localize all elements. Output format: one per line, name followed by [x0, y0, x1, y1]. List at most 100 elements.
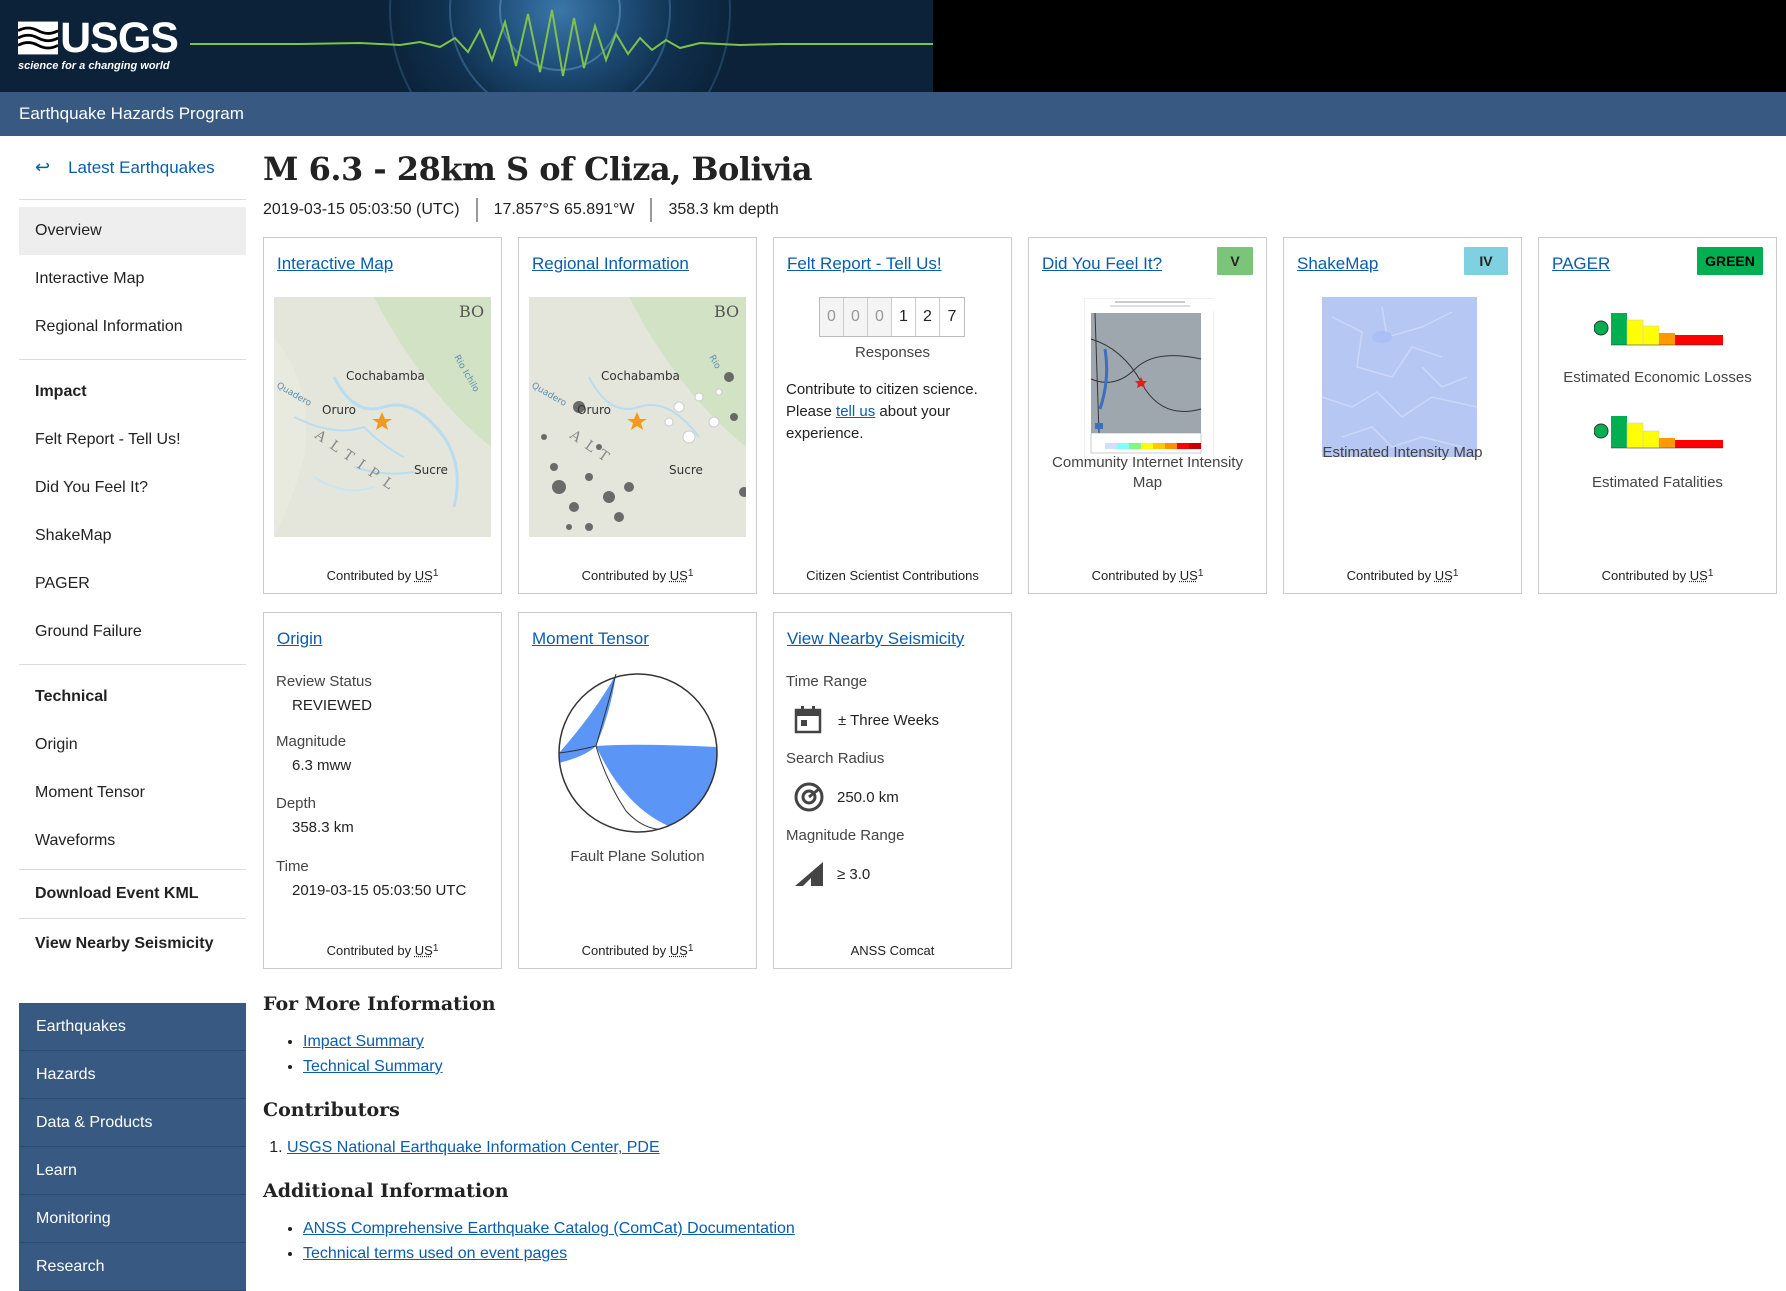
card-title-shakemap[interactable]: ShakeMap — [1297, 254, 1378, 274]
time-range-value: ± Three Weeks — [838, 711, 940, 729]
sidebar-divider — [19, 664, 246, 665]
view-nearby-seismicity-link[interactable]: View Nearby Seismicity — [19, 920, 246, 968]
event-depth: 358.3 km depth — [650, 198, 794, 222]
sidebar-item-dyfi[interactable]: Did You Feel It? — [19, 464, 246, 512]
card-pager[interactable]: PAGER GREEN Estimated Economic Losses Es… — [1538, 237, 1777, 594]
card-foot: Contributed by US1 — [581, 568, 694, 583]
card-foot: Contributed by US1 — [1091, 568, 1204, 583]
pager-economic-caption: Estimated Economic Losses — [1563, 369, 1752, 386]
card-foot: Contributed by US1 — [581, 943, 694, 958]
counter-digit: 1 — [892, 298, 916, 336]
intensity-badge: V — [1217, 247, 1253, 275]
card-moment-tensor[interactable]: Moment Tensor Fault Plane Solution Contr… — [518, 612, 757, 969]
card-foot: Contributed by US1 — [326, 943, 439, 958]
map-label-bo: BO — [714, 302, 739, 321]
map-label-sucre: Sucre — [669, 463, 703, 477]
interactive-map-thumbnail[interactable]: BO Cochabamba Oruro Sucre Rio Ichilo Qua… — [274, 297, 491, 537]
event-summary-line: 2019-03-15 05:03:50 (UTC) 17.857°S 65.89… — [263, 198, 1783, 222]
shakemap-thumbnail[interactable] — [1322, 297, 1477, 457]
sidebar-divider — [19, 918, 246, 919]
counter-digit: 2 — [916, 298, 940, 336]
counter-digit: 0 — [820, 298, 844, 336]
contributors-list: USGS National Earthquake Information Cen… — [287, 1135, 1263, 1160]
card-foot: Contributed by US1 — [326, 568, 439, 583]
sidebar-item-interactive-map[interactable]: Interactive Map — [19, 255, 246, 303]
additional-info-list: ANSS Comprehensive Earthquake Catalog (C… — [303, 1216, 1263, 1266]
sidebar-heading-impact[interactable]: Impact — [19, 368, 246, 416]
nav-research[interactable]: Research — [19, 1243, 246, 1291]
felt-report-text: Contribute to citizen science. Please te… — [786, 381, 978, 442]
contributors-heading: Contributors — [263, 1099, 400, 1121]
program-title[interactable]: Earthquake Hazards Program — [19, 104, 244, 123]
technical-summary-link[interactable]: Technical Summary — [303, 1058, 443, 1075]
more-info-list: Impact Summary Technical Summary — [303, 1029, 1263, 1079]
card-title-moment-tensor[interactable]: Moment Tensor — [532, 629, 649, 649]
counter-digit: 0 — [844, 298, 868, 336]
pager-economic-histogram — [1593, 308, 1729, 363]
magnitude-range-label: Magnitude Range — [786, 827, 905, 844]
beachball-diagram[interactable] — [556, 671, 720, 840]
card-nearby-seismicity[interactable]: View Nearby Seismicity Time Range ± Thre… — [773, 612, 1012, 969]
card-origin[interactable]: Origin Review Status REVIEWED Magnitude … — [263, 612, 502, 969]
sidebar-item-pager[interactable]: PAGER — [19, 560, 246, 608]
calendar-icon — [794, 706, 822, 734]
origin-value-magnitude: 6.3 mww — [292, 757, 352, 774]
latest-earthquakes-link[interactable]: ↩ Latest Earthquakes — [19, 136, 246, 200]
origin-label-magnitude: Magnitude — [276, 733, 347, 750]
back-label: Latest Earthquakes — [68, 157, 215, 177]
additional-info-heading: Additional Information — [263, 1180, 509, 1202]
sidebar-item-moment-tensor[interactable]: Moment Tensor — [19, 769, 246, 817]
magnitude-range-value: ≥ 3.0 — [837, 865, 871, 883]
shakemap-caption: Estimated Intensity Map — [1322, 444, 1483, 461]
sidebar-item-origin[interactable]: Origin — [19, 721, 246, 769]
contributor-link-neic[interactable]: USGS National Earthquake Information Cen… — [287, 1139, 660, 1156]
card-title-origin[interactable]: Origin — [277, 629, 322, 649]
origin-label-depth: Depth — [276, 795, 317, 812]
counter-digit: 7 — [940, 298, 964, 336]
card-title-regional-information[interactable]: Regional Information — [532, 254, 689, 274]
dyfi-intensity-map-thumbnail[interactable] — [1084, 298, 1215, 460]
sidebar-item-shakemap[interactable]: ShakeMap — [19, 512, 246, 560]
responses-counter: 0 0 0 1 2 7 — [819, 297, 965, 337]
radius-target-icon — [794, 782, 824, 812]
regional-map-thumbnail[interactable]: BO Cochabamba Oruro Sucre Rio Quadero AL… — [529, 297, 746, 537]
fault-plane-caption: Fault Plane Solution — [570, 848, 705, 865]
card-felt-report[interactable]: Felt Report - Tell Us! 0 0 0 1 2 7 Respo… — [773, 237, 1012, 594]
site-banner: USGS science for a changing world — [0, 0, 1786, 92]
nav-hazards[interactable]: Hazards — [19, 1051, 246, 1099]
nav-earthquakes[interactable]: Earthquakes — [19, 1003, 246, 1051]
sidebar-item-felt-report[interactable]: Felt Report - Tell Us! — [19, 416, 246, 464]
usgs-logo[interactable]: USGS science for a changing world — [18, 14, 179, 72]
sidebar-item-waveforms[interactable]: Waveforms — [19, 817, 246, 865]
sidebar-item-ground-failure[interactable]: Ground Failure — [19, 608, 246, 656]
download-kml-link[interactable]: Download Event KML — [19, 870, 246, 918]
sidebar-item-regional-information[interactable]: Regional Information — [19, 303, 246, 351]
usgs-waves-icon — [18, 21, 59, 55]
usgs-logo-text: USGS — [60, 14, 179, 62]
comcat-docs-link[interactable]: ANSS Comprehensive Earthquake Catalog (C… — [303, 1220, 795, 1237]
card-interactive-map[interactable]: Interactive Map BO Cochabamba Oruro Sucr… — [263, 237, 502, 594]
technical-terms-link[interactable]: Technical terms used on event pages — [303, 1245, 567, 1262]
event-sidebar: ↩ Latest Earthquakes Overview Interactiv… — [19, 136, 246, 968]
card-regional-information[interactable]: Regional Information BO Cochabamba Oruro… — [518, 237, 757, 594]
map-label-cochabamba: Cochabamba — [601, 369, 680, 383]
card-title-interactive-map[interactable]: Interactive Map — [277, 254, 393, 274]
sidebar-item-overview[interactable]: Overview — [19, 207, 246, 255]
shakemap-intensity-badge: IV — [1464, 247, 1508, 275]
nav-data-products[interactable]: Data & Products — [19, 1099, 246, 1147]
card-title-pager[interactable]: PAGER — [1552, 254, 1610, 274]
tell-us-link[interactable]: tell us — [836, 403, 875, 420]
page-title: M 6.3 - 28km S of Cliza, Bolivia — [263, 150, 813, 188]
impact-summary-link[interactable]: Impact Summary — [303, 1033, 424, 1050]
search-radius-row: 250.0 km — [786, 775, 1001, 819]
nav-monitoring[interactable]: Monitoring — [19, 1195, 246, 1243]
card-foot: ANSS Comcat — [850, 943, 935, 958]
card-shakemap[interactable]: ShakeMap IV Estimated Intensity Map Cont… — [1283, 237, 1522, 594]
card-title-felt-report[interactable]: Felt Report - Tell Us! — [787, 254, 942, 274]
card-did-you-feel-it[interactable]: Did You Feel It? V Community Internet In… — [1028, 237, 1267, 594]
nav-learn[interactable]: Learn — [19, 1147, 246, 1195]
card-title-dyfi[interactable]: Did You Feel It? — [1042, 254, 1162, 274]
card-title-nearby-seismicity[interactable]: View Nearby Seismicity — [787, 629, 964, 649]
sidebar-heading-technical[interactable]: Technical — [19, 673, 246, 721]
event-header: M 6.3 - 28km S of Cliza, Bolivia 2019-03… — [263, 150, 1783, 222]
